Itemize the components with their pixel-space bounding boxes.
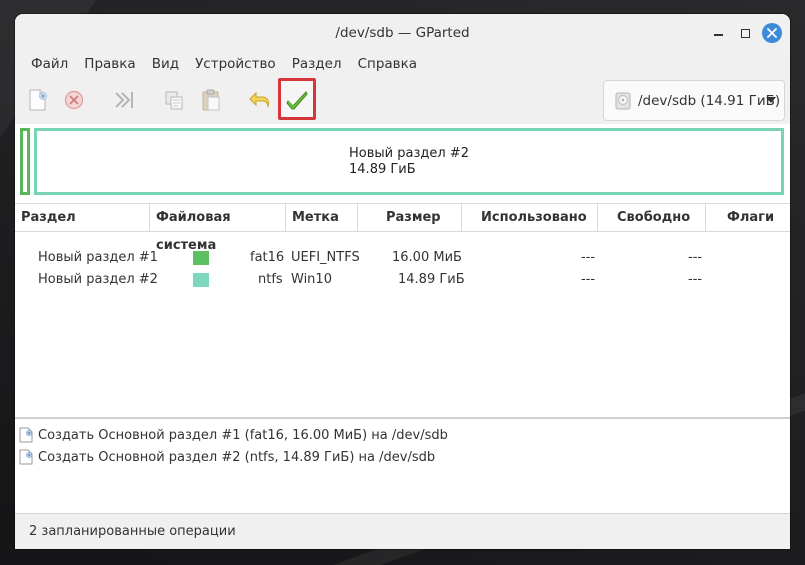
close-icon: [767, 28, 777, 38]
cell-free: ---: [688, 250, 703, 265]
new-partition-icon: [29, 89, 47, 111]
paste-button[interactable]: [196, 85, 226, 115]
copy-button[interactable]: [159, 85, 189, 115]
partition-table: Раздел Файловая система Метка Размер Исп…: [15, 203, 790, 417]
operation-text: Создать Основной раздел #2 (ntfs, 14.89 …: [38, 449, 436, 465]
copy-icon: [165, 91, 183, 110]
cell-label: UEFI_NTFS: [291, 250, 360, 265]
cell-label: Win10: [291, 272, 332, 287]
device-label: /dev/sdb (14.91 ГиБ): [638, 92, 781, 109]
partition-block-2[interactable]: Новый раздел #2 14.89 ГиБ: [34, 128, 784, 195]
partition-block-name: Новый раздел #2: [349, 145, 469, 161]
menu-edit[interactable]: Правка: [76, 56, 143, 72]
toolbar: /dev/sdb (14.91 ГиБ): [15, 76, 790, 124]
delete-icon: [64, 90, 84, 110]
undo-icon: [249, 91, 270, 108]
resize-move-icon: [115, 92, 133, 108]
column-free[interactable]: Свободно: [598, 204, 706, 232]
column-size[interactable]: Размер: [358, 204, 462, 232]
apply-icon: [286, 91, 308, 110]
column-flags[interactable]: Флаги: [706, 204, 790, 232]
column-used[interactable]: Использовано: [462, 204, 598, 232]
partition-map: Новый раздел #2 14.89 ГиБ: [15, 124, 790, 202]
menu-view[interactable]: Вид: [144, 56, 187, 72]
column-filesystem[interactable]: Файловая система: [150, 204, 286, 253]
fs-color-swatch: [193, 273, 209, 287]
partition-block-1[interactable]: [20, 128, 30, 195]
menu-file[interactable]: Файл: [23, 56, 76, 72]
menu-help[interactable]: Справка: [350, 56, 425, 72]
cell-partition: Новый раздел #2: [38, 272, 158, 287]
minimize-icon: [713, 34, 723, 36]
status-text: 2 запланированные операции: [29, 524, 236, 539]
paste-icon: [202, 89, 220, 111]
disk-icon: [615, 92, 631, 109]
fs-color-swatch: [193, 251, 209, 265]
cell-filesystem: ntfs: [258, 272, 283, 287]
delete-button[interactable]: [59, 85, 89, 115]
new-partition-icon: [19, 449, 33, 465]
maximize-icon: [740, 28, 750, 38]
list-item[interactable]: Создать Основной раздел #1 (fat16, 16.00…: [19, 424, 448, 446]
close-button[interactable]: [762, 23, 782, 43]
titlebar: /dev/sdb — GParted: [15, 14, 790, 52]
new-partition-icon: [19, 427, 33, 443]
dropdown-arrow-icon: [766, 97, 776, 103]
table-row[interactable]: Новый раздел #2 ntfs Win10 14.89 ГиБ ---…: [15, 269, 790, 291]
minimize-button[interactable]: [707, 22, 729, 44]
statusbar: 2 запланированные операции: [15, 513, 790, 549]
menu-partition[interactable]: Раздел: [284, 56, 350, 72]
table-header: Раздел Файловая система Метка Размер Исп…: [15, 204, 790, 253]
maximize-button[interactable]: [734, 22, 756, 44]
gparted-window: /dev/sdb — GParted Файл Правка Вид Устро…: [15, 14, 790, 549]
menubar: Файл Правка Вид Устройство Раздел Справк…: [15, 52, 790, 76]
cell-used: ---: [581, 250, 596, 265]
cell-partition: Новый раздел #1: [38, 250, 158, 265]
device-selector[interactable]: /dev/sdb (14.91 ГиБ): [603, 80, 785, 121]
resize-move-button[interactable]: [109, 85, 139, 115]
table-row[interactable]: Новый раздел #1 fat16 UEFI_NTFS 16.00 Ми…: [15, 247, 790, 269]
undo-button[interactable]: [245, 85, 275, 115]
operation-text: Создать Основной раздел #1 (fat16, 16.00…: [38, 427, 448, 443]
list-item[interactable]: Создать Основной раздел #2 (ntfs, 14.89 …: [19, 446, 435, 468]
column-partition[interactable]: Раздел: [15, 204, 150, 232]
column-label[interactable]: Метка: [286, 204, 358, 232]
pending-operations-list: Создать Основной раздел #1 (fat16, 16.00…: [15, 417, 790, 513]
cell-filesystem: fat16: [250, 250, 285, 265]
cell-free: ---: [688, 272, 703, 287]
partition-block-size: 14.89 ГиБ: [349, 161, 416, 177]
apply-button[interactable]: [282, 85, 312, 115]
cell-size: 14.89 ГиБ: [398, 272, 465, 287]
new-partition-button[interactable]: [23, 85, 53, 115]
cell-size: 16.00 МиБ: [392, 250, 462, 265]
menu-device[interactable]: Устройство: [187, 56, 284, 72]
cell-used: ---: [581, 272, 596, 287]
window-title: /dev/sdb — GParted: [335, 25, 470, 41]
